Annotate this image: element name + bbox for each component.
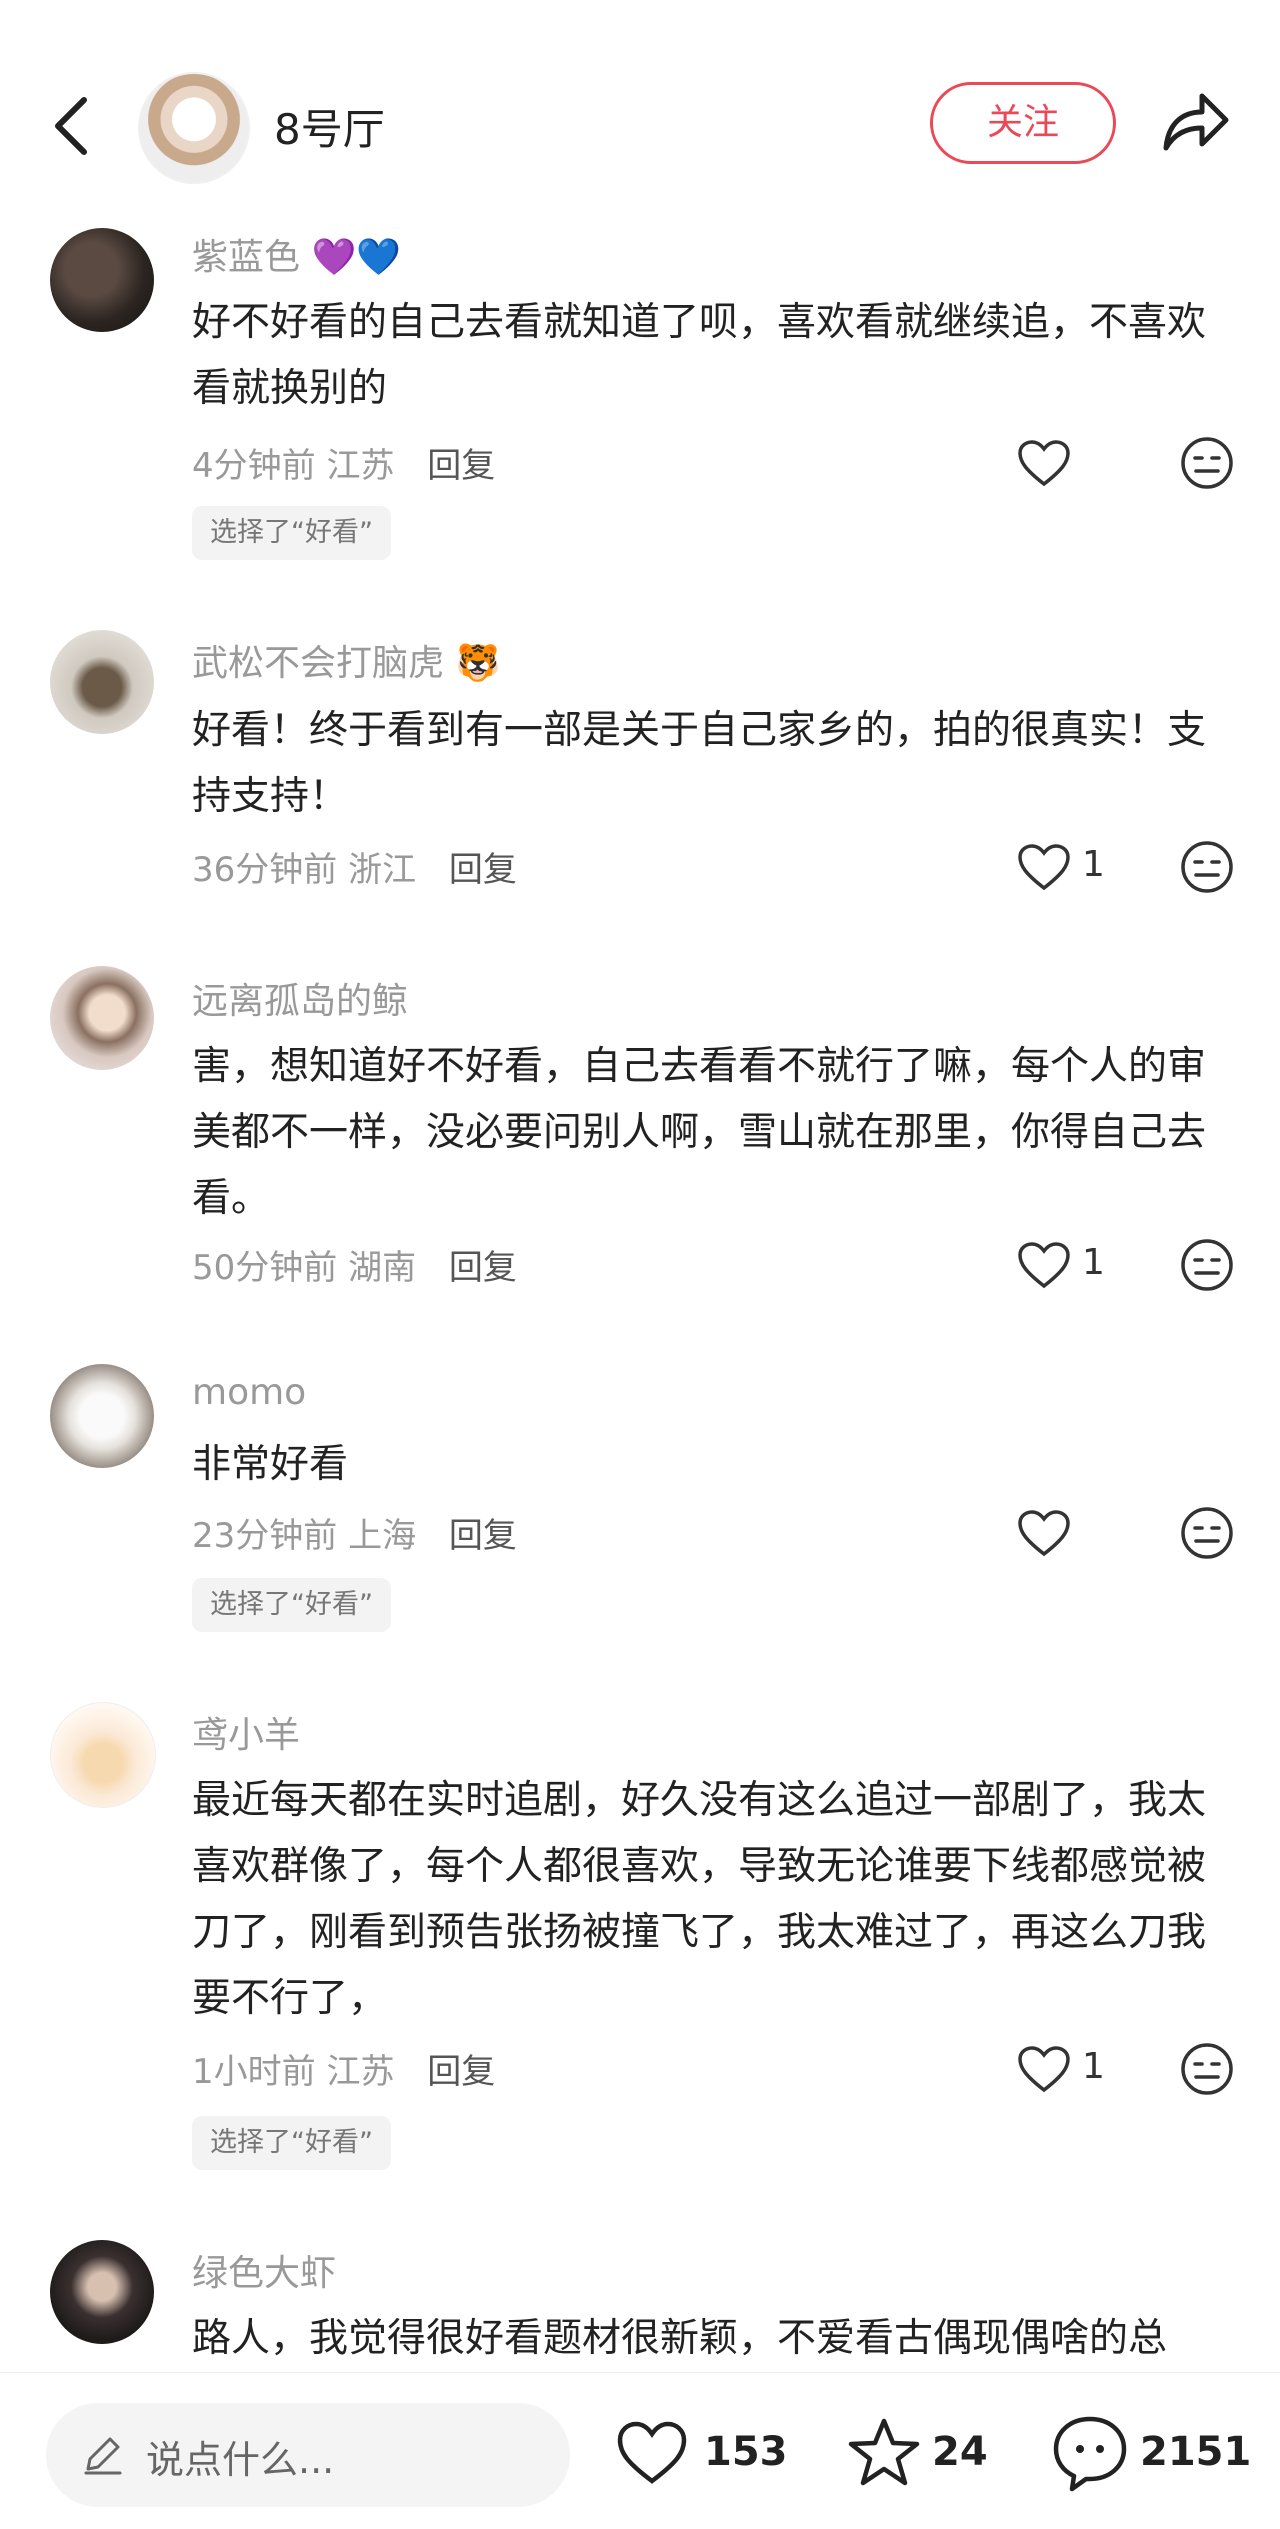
reply-button[interactable]: 回复: [427, 446, 495, 486]
like-count: 1: [1082, 844, 1105, 885]
comment-meta: 1小时前 江苏 回复: [192, 2044, 495, 2093]
comment-location: 上海: [348, 1516, 417, 1556]
comment-input[interactable]: 说点什么...: [46, 2403, 570, 2507]
user-avatar[interactable]: [50, 2240, 154, 2344]
comment-meta: 23分钟前 上海 回复: [192, 1508, 517, 1557]
like-count: 1: [1082, 1242, 1105, 1283]
username-text: 武松不会打脑虎: [192, 643, 445, 684]
heart-icon[interactable]: [614, 2419, 690, 2487]
comment-time: 1小时前: [192, 2052, 316, 2092]
follow-button[interactable]: 关注: [930, 82, 1116, 164]
share-icon[interactable]: [1158, 86, 1232, 156]
comment-text: 好不好看的自己去看就知道了呗，喜欢看就继续追，不喜欢看就换别的: [192, 300, 1207, 411]
comment-time: 4分钟前: [192, 446, 316, 486]
rating-tag: 选择了“好看”: [192, 2116, 391, 2170]
neutral-face-icon[interactable]: [1180, 1506, 1234, 1560]
back-arrow-icon[interactable]: [46, 92, 98, 160]
heart-icon[interactable]: [1016, 2044, 1072, 2094]
username[interactable]: 紫蓝色 💜💙: [192, 228, 401, 280]
rating-tag: 选择了“好看”: [192, 506, 391, 560]
username-text: 紫蓝色: [192, 237, 301, 278]
reply-button[interactable]: 回复: [427, 2052, 495, 2092]
user-avatar[interactable]: [50, 1702, 156, 1808]
comment-location: 江苏: [326, 446, 395, 486]
comment-text: 好看！终于看到有一部是关于自己家乡的，拍的很真实！支持支持！: [192, 708, 1207, 819]
comment-text: 非常好看: [192, 1442, 349, 1487]
heart-icon[interactable]: [1016, 438, 1072, 488]
username[interactable]: 鸢小羊: [192, 1706, 300, 1758]
reply-button[interactable]: 回复: [449, 850, 517, 890]
username[interactable]: 远离孤岛的鲸: [192, 972, 408, 1024]
heart-icon[interactable]: [1016, 1240, 1072, 1290]
comment-input-placeholder: 说点什么...: [146, 2438, 335, 2482]
username-text: 鸢小羊: [192, 1715, 301, 1756]
user-avatar[interactable]: [50, 966, 154, 1070]
comment-text: 害，想知道好不好看，自己去看看不就行了嘛，每个人的审美都不一样，没必要问别人啊，…: [192, 1044, 1207, 1221]
comment-meta: 4分钟前 江苏 回复: [192, 438, 495, 487]
account-avatar[interactable]: [138, 72, 250, 184]
username-text: 绿色大虾: [192, 2253, 337, 2294]
top-bar: 8号厅 关注: [0, 0, 1280, 230]
comment-meta: 50分钟前 湖南 回复: [192, 1240, 517, 1289]
neutral-face-icon[interactable]: [1180, 840, 1234, 894]
comment-location: 浙江: [348, 850, 417, 890]
comment-text: 最近每天都在实时追剧，好久没有这么追过一部剧了，我太喜欢群像了，每个人都很喜欢，…: [192, 1778, 1207, 2021]
favorites-count: 24: [932, 2429, 988, 2475]
username-badges: 🐯: [455, 643, 501, 684]
comment-time: 50分钟前: [192, 1248, 338, 1288]
user-avatar[interactable]: [50, 630, 154, 734]
comment-time: 23分钟前: [192, 1516, 338, 1556]
comment-location: 江苏: [326, 2052, 395, 2092]
comment-time: 36分钟前: [192, 850, 338, 890]
username-text: momo: [192, 1372, 307, 1413]
username-badges: 💜💙: [311, 237, 402, 278]
neutral-face-icon[interactable]: [1180, 1238, 1234, 1292]
pencil-icon: [84, 2437, 122, 2475]
user-avatar[interactable]: [50, 1364, 154, 1468]
username[interactable]: momo: [192, 1372, 306, 1413]
username-text: 远离孤岛的鲸: [192, 981, 409, 1022]
heart-icon[interactable]: [1016, 842, 1072, 892]
likes-count: 153: [704, 2429, 788, 2475]
star-icon[interactable]: [846, 2417, 922, 2489]
reply-button[interactable]: 回复: [449, 1248, 517, 1288]
username[interactable]: 武松不会打脑虎 🐯: [192, 634, 500, 686]
rating-tag: 选择了“好看”: [192, 1578, 391, 1632]
neutral-face-icon[interactable]: [1180, 436, 1234, 490]
neutral-face-icon[interactable]: [1180, 2042, 1234, 2096]
bottom-action-bar: 说点什么... 153 24 2151: [0, 2372, 1280, 2529]
comment-bubble-icon[interactable]: [1050, 2413, 1130, 2493]
heart-icon[interactable]: [1016, 1508, 1072, 1558]
comment-location: 湖南: [348, 1248, 417, 1288]
comments-count: 2151: [1140, 2429, 1252, 2475]
comment-text: 路人，我觉得很好看题材很新颖，不爱看古偶现偶啥的总: [192, 2316, 1168, 2361]
account-name[interactable]: 8号厅: [274, 96, 385, 157]
username[interactable]: 绿色大虾: [192, 2244, 336, 2296]
like-count: 1: [1082, 2046, 1105, 2087]
comment-meta: 36分钟前 浙江 回复: [192, 842, 517, 891]
user-avatar[interactable]: [50, 228, 154, 332]
reply-button[interactable]: 回复: [449, 1516, 517, 1556]
